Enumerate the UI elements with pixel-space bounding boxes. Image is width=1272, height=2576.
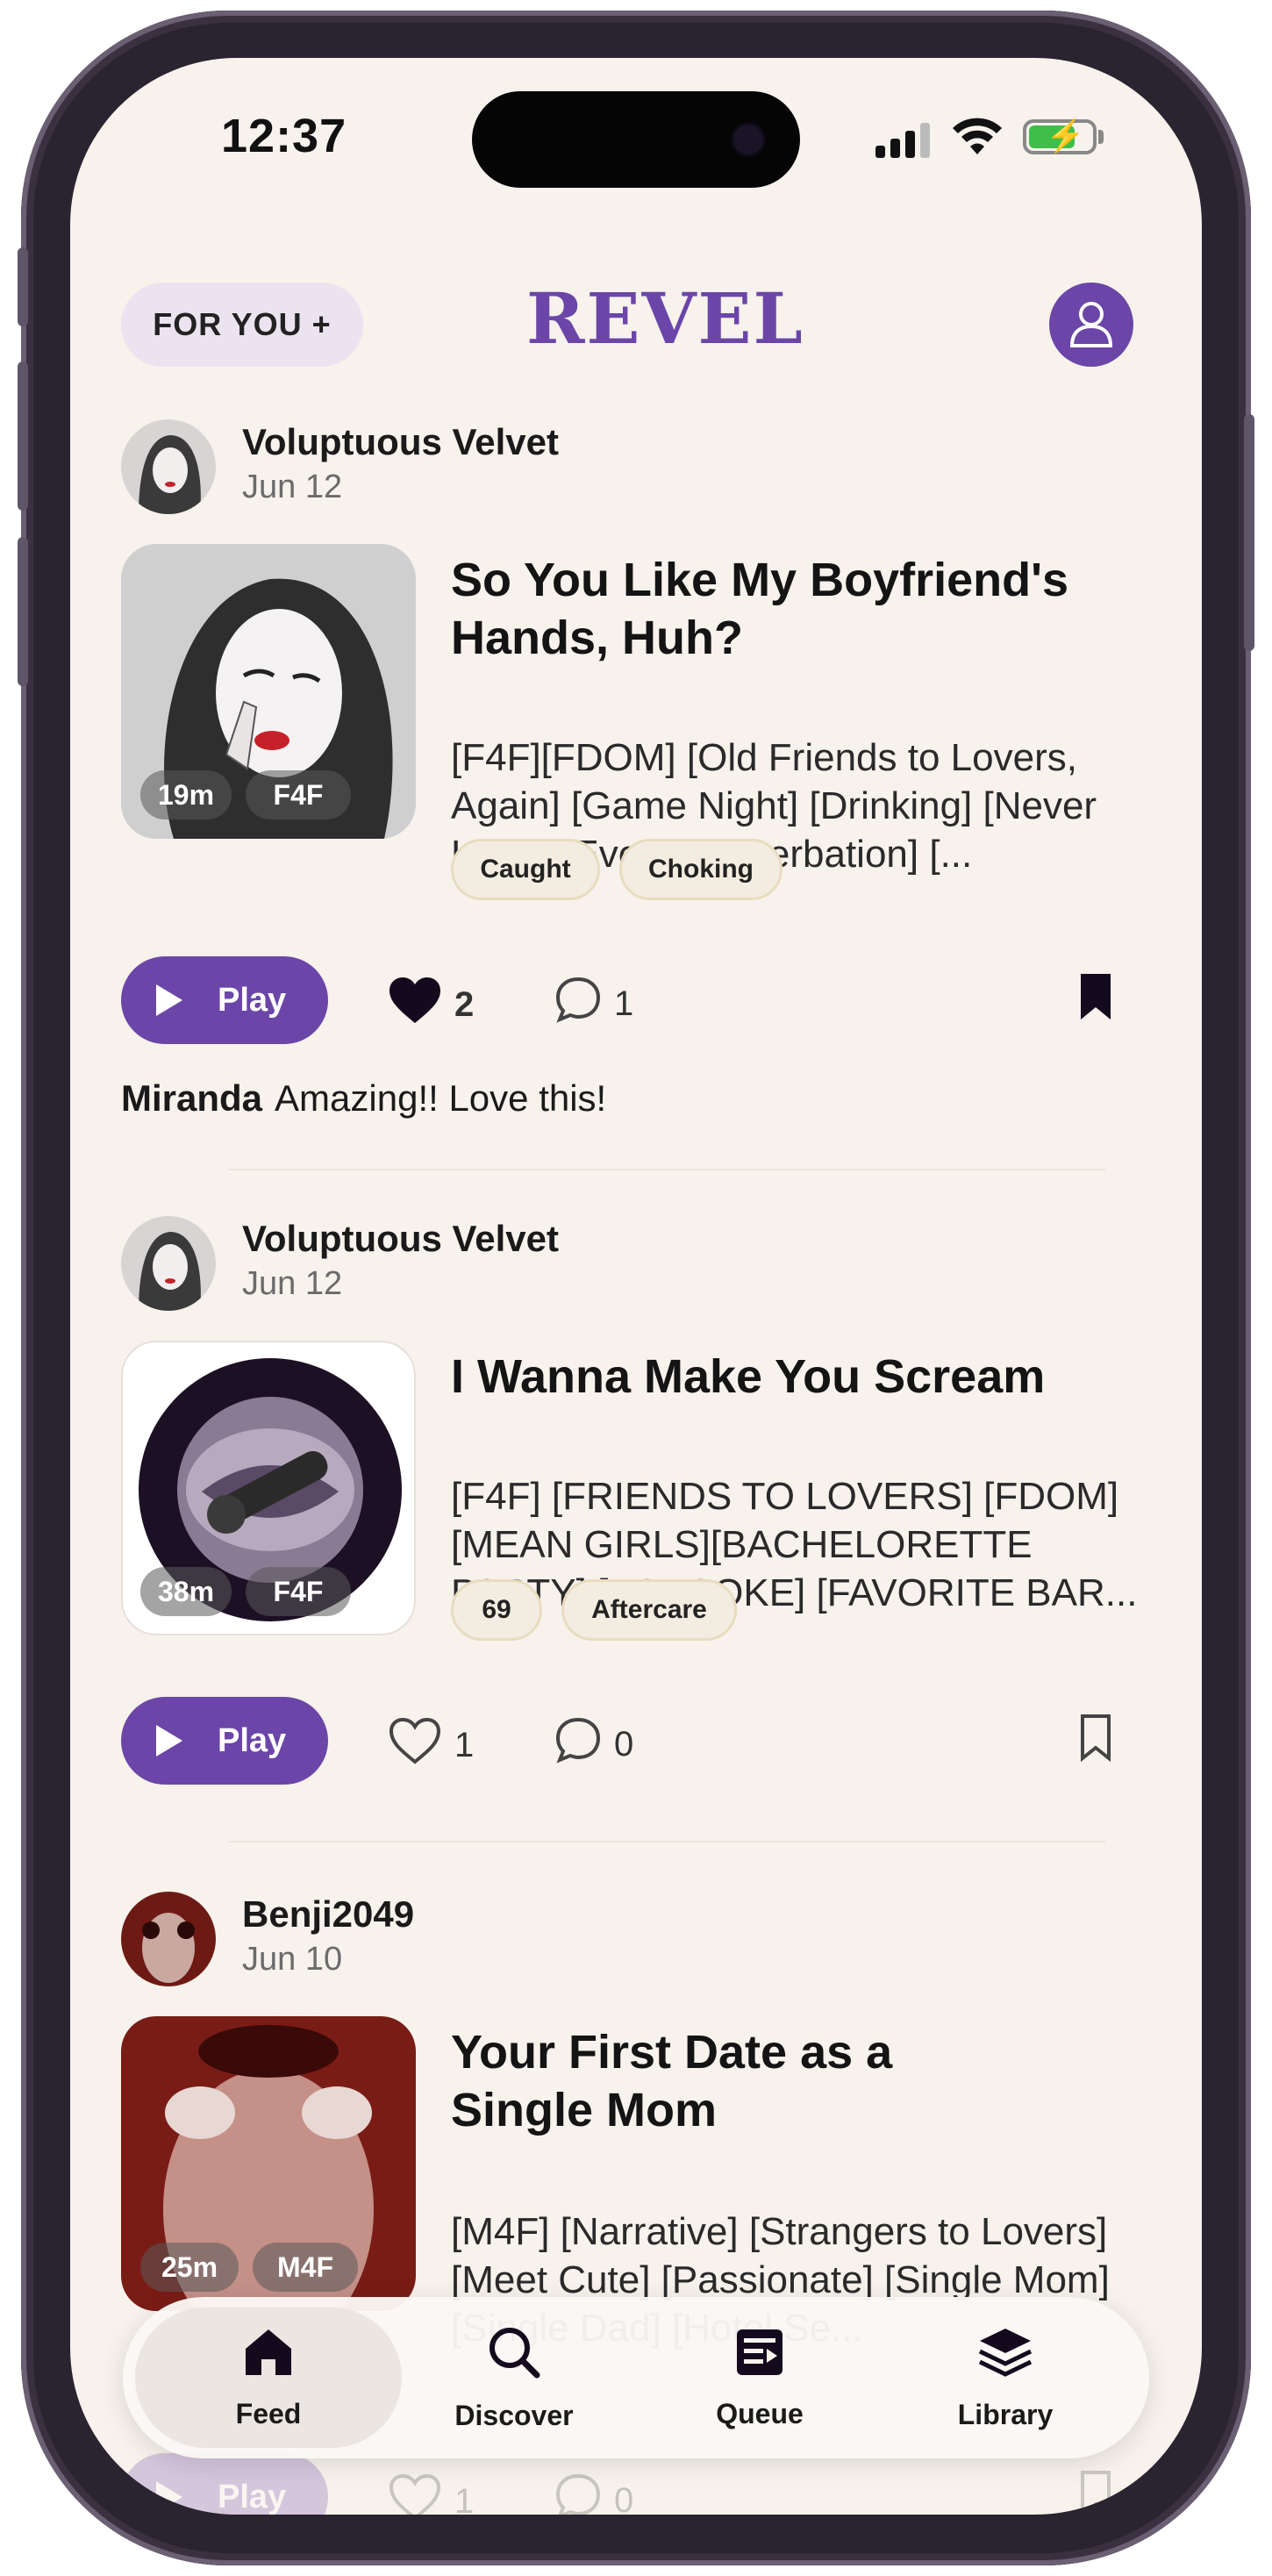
comment-text: Amazing!! Love this! <box>275 1077 607 1119</box>
author-avatar[interactable] <box>121 1892 216 1986</box>
feed-post: Voluptuous Velvet Jun 12 19m F4F So You … <box>121 419 1156 876</box>
comment-user[interactable]: Miranda <box>121 1077 262 1119</box>
tab-feed[interactable]: Feed <box>135 2308 402 2448</box>
play-icon <box>156 2481 182 2513</box>
category-pill: F4F <box>246 770 351 819</box>
post-date: Jun 12 <box>242 469 343 505</box>
post-description: [F4F] [FRIENDS TO LOVERS] [FDOM] [MEAN G… <box>451 1475 1138 1614</box>
duration-pill: 25m <box>140 2243 239 2292</box>
duration-pill: 19m <box>140 770 232 819</box>
post-date: Jun 10 <box>242 1941 343 1978</box>
home-icon <box>240 2326 297 2386</box>
feed-post: Benji2049 Jun 10 25m M4F Your First Date… <box>121 1892 1156 2350</box>
tag-chip[interactable]: Aftercare <box>561 1579 737 1641</box>
post-title[interactable]: Your First Date as a Single Mom <box>451 2023 942 2139</box>
comment-button[interactable]: 0 <box>554 1716 633 1772</box>
top-comment[interactable]: Miranda Amazing!! Love this! <box>121 1077 606 1120</box>
comment-icon <box>554 976 602 1032</box>
like-button[interactable]: 1 <box>388 2472 474 2515</box>
camera-icon <box>733 125 763 154</box>
post-title[interactable]: I Wanna Make You Scream <box>451 1348 1153 1406</box>
tab-discover[interactable]: Discover <box>386 2297 642 2458</box>
heart-filled-icon <box>388 976 442 1034</box>
app-logo: REVEL <box>526 277 804 360</box>
mute-switch <box>18 247 28 326</box>
heart-outline-icon <box>388 2472 442 2515</box>
bookmark-outline-icon <box>1077 2471 1114 2515</box>
author-avatar[interactable] <box>121 1216 216 1311</box>
category-pill: M4F <box>253 2243 358 2292</box>
author-avatar[interactable] <box>121 419 216 514</box>
like-button[interactable]: 1 <box>388 1716 474 1774</box>
tab-label: Discover <box>454 2399 574 2431</box>
bookmark-button[interactable] <box>1077 970 1114 1027</box>
like-count: 1 <box>454 1725 475 1764</box>
play-button[interactable]: Play <box>121 2453 328 2515</box>
post-divider <box>228 1169 1105 1170</box>
power-button <box>1244 414 1254 651</box>
tab-label: Feed <box>235 2397 302 2429</box>
comment-icon <box>554 1716 602 1772</box>
volume-down-button <box>18 537 28 686</box>
play-button[interactable]: Play <box>121 1697 328 1785</box>
comment-count: 0 <box>614 1724 634 1764</box>
cellular-signal-icon <box>875 123 932 158</box>
post-divider <box>228 1841 1105 1843</box>
tag-chip[interactable]: Choking <box>619 839 782 900</box>
play-label: Play <box>218 2478 287 2515</box>
play-icon <box>156 1725 182 1757</box>
tab-label: Queue <box>716 2397 804 2429</box>
battery-icon: ⚡ <box>1023 118 1097 154</box>
screen: 12:37 ⚡ FOR YOU + REVEL Voluptuous Velve… <box>70 58 1202 2515</box>
heart-outline-icon <box>388 1716 442 1774</box>
post-date: Jun 12 <box>242 1265 343 1302</box>
tag-chip[interactable]: Caught <box>451 839 600 900</box>
bookmark-button[interactable] <box>1077 1711 1114 1768</box>
status-time: 12:37 <box>221 110 347 162</box>
bookmark-button[interactable] <box>1077 2467 1114 2515</box>
play-label: Play <box>218 981 287 1019</box>
like-button[interactable]: 2 <box>388 976 474 1034</box>
layers-icon <box>976 2325 1034 2386</box>
play-icon <box>156 984 182 1016</box>
tab-label: Library <box>957 2398 1054 2430</box>
search-icon <box>486 2324 542 2387</box>
category-pill: F4F <box>246 1567 351 1616</box>
wifi-icon <box>951 118 1004 166</box>
play-label: Play <box>218 1721 287 1759</box>
for-you-filter-button[interactable]: FOR YOU + <box>121 283 363 367</box>
comment-icon <box>554 2472 602 2515</box>
play-button[interactable]: Play <box>121 956 328 1044</box>
tab-queue[interactable]: Queue <box>632 2297 888 2458</box>
comment-count: 1 <box>614 984 634 1023</box>
like-count: 2 <box>454 984 475 1024</box>
author-name[interactable]: Benji2049 <box>242 1893 414 1936</box>
author-name[interactable]: Voluptuous Velvet <box>242 1218 559 1260</box>
feed-post: Voluptuous Velvet Jun 12 38m F4F I Wanna… <box>121 1216 1156 1635</box>
comment-count: 0 <box>614 2480 634 2515</box>
tab-library[interactable]: Library <box>877 2297 1133 2458</box>
queue-icon <box>733 2326 786 2386</box>
bookmark-outline-icon <box>1077 1714 1114 1767</box>
tag-chip[interactable]: 69 <box>451 1579 542 1641</box>
volume-up-button <box>18 361 28 511</box>
comment-button[interactable]: 1 <box>554 976 633 1032</box>
duration-pill: 38m <box>140 1567 232 1616</box>
comment-button[interactable]: 0 <box>554 2472 633 2515</box>
profile-button[interactable] <box>1049 283 1133 367</box>
like-count: 1 <box>454 2481 475 2515</box>
post-title[interactable]: So You Like My Boyfriend's Hands, Huh? <box>451 551 1153 667</box>
bookmark-filled-icon <box>1077 974 1114 1027</box>
author-name[interactable]: Voluptuous Velvet <box>242 421 559 463</box>
battery-tip <box>1098 130 1104 144</box>
bottom-tab-bar: Feed Discover Queue Library <box>123 2297 1149 2458</box>
